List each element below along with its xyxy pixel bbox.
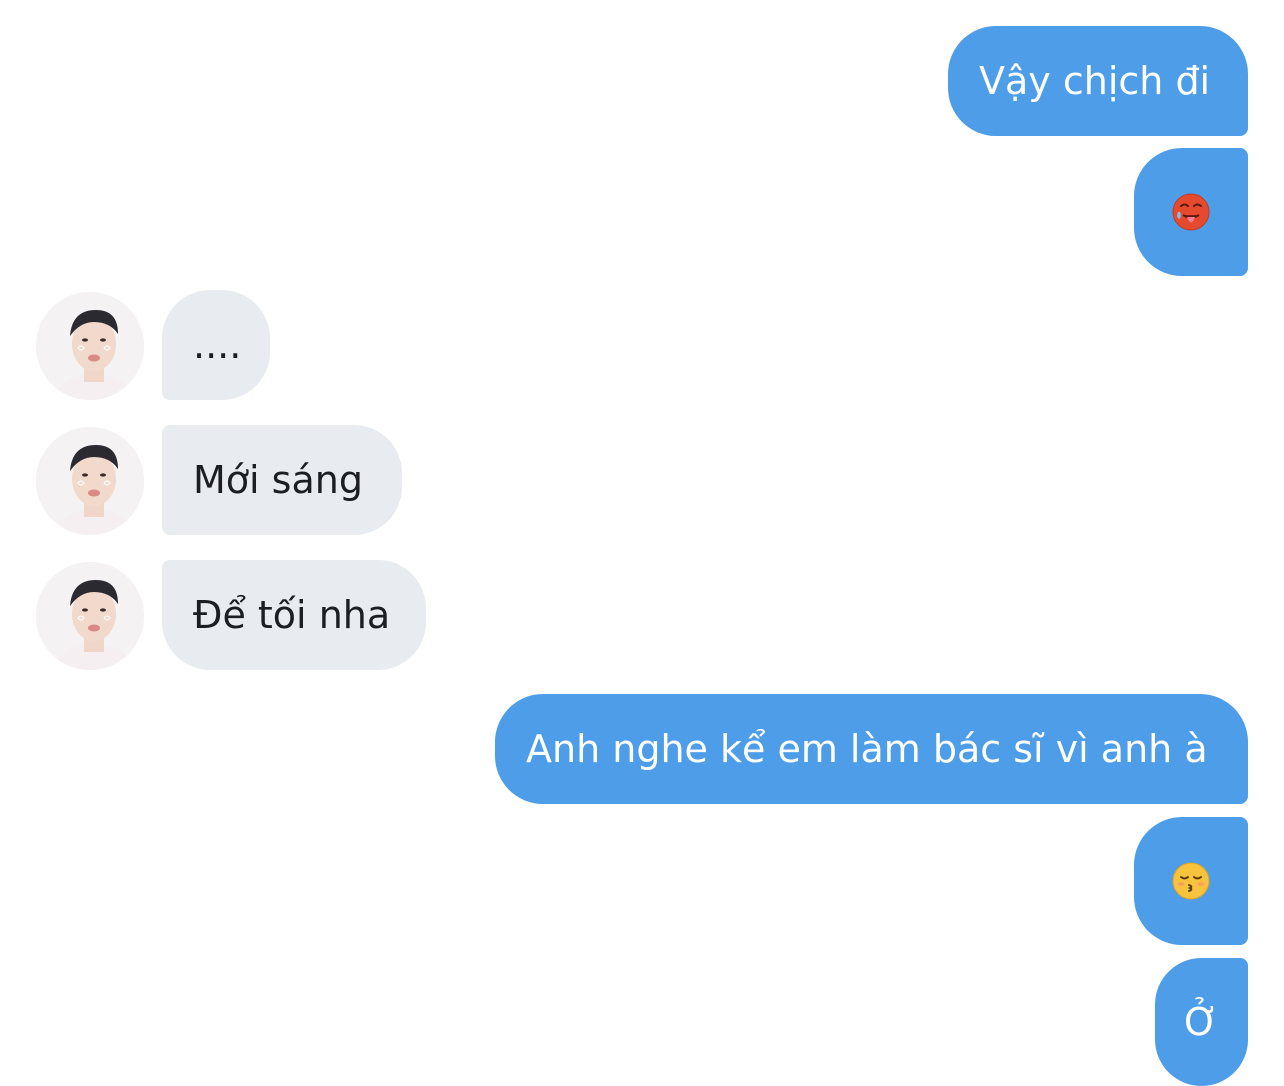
message-thread: Vậy chịch đi .... Mới sáng Để tối nha An… <box>0 0 1284 1086</box>
contact-avatar[interactable] <box>36 427 144 535</box>
message-text: Anh nghe kể em làm bác sĩ vì anh à <box>526 727 1208 771</box>
message-text: Ở <box>1184 1000 1219 1044</box>
message-text: Vậy chịch đi <box>979 59 1211 103</box>
outgoing-emoji-bubble[interactable] <box>1134 148 1248 276</box>
incoming-message-bubble[interactable]: .... <box>162 290 270 400</box>
hot-face-emoji-icon <box>1171 192 1211 232</box>
outgoing-message-bubble[interactable]: Vậy chịch đi <box>948 26 1248 136</box>
incoming-message-bubble[interactable]: Để tối nha <box>162 560 426 670</box>
contact-avatar[interactable] <box>36 562 144 670</box>
outgoing-message-bubble[interactable]: Anh nghe kể em làm bác sĩ vì anh à <box>495 694 1248 804</box>
outgoing-emoji-bubble[interactable] <box>1134 817 1248 945</box>
message-text: Mới sáng <box>193 458 363 502</box>
kissing-face-with-closed-eyes-emoji-icon <box>1171 861 1211 901</box>
outgoing-message-bubble[interactable]: Ở <box>1155 958 1248 1086</box>
message-text: Để tối nha <box>193 593 391 637</box>
message-text: .... <box>193 323 242 367</box>
contact-avatar[interactable] <box>36 292 144 400</box>
incoming-message-bubble[interactable]: Mới sáng <box>162 425 402 535</box>
